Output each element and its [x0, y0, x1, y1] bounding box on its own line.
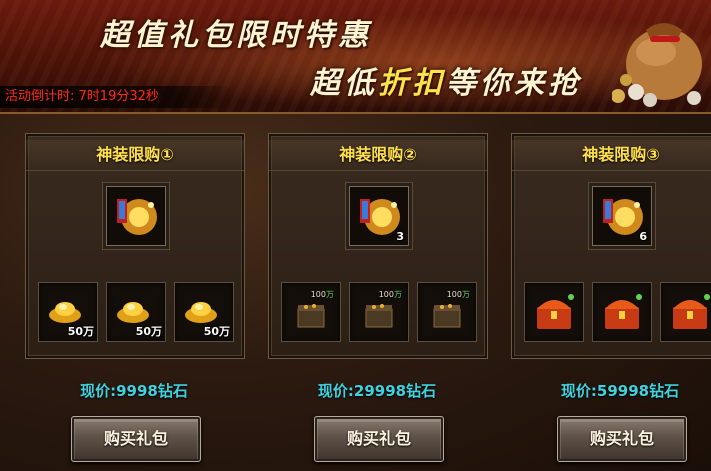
reward-slot[interactable]: 50万	[174, 282, 234, 342]
item-count: 3	[396, 230, 404, 243]
reward-slot[interactable]: 100万	[349, 282, 409, 342]
price-label: 现价:	[317, 382, 354, 400]
main-item-slot[interactable]: 3	[349, 186, 409, 246]
main-item-slot[interactable]	[106, 186, 166, 246]
treasure-chest-icon	[673, 294, 710, 329]
price-value: 9998钻石	[116, 382, 188, 400]
banner-title-line2: 超低折扣等你来抢	[310, 58, 582, 102]
pack-title: 神装限购①	[26, 140, 244, 171]
buy-pack-button-3[interactable]: 购买礼包	[557, 416, 687, 462]
reward-amount: 50万	[203, 325, 230, 338]
reward-tag: 100万	[379, 289, 402, 300]
reward-tag-number: 100	[310, 290, 326, 299]
reward-slot[interactable]	[524, 282, 584, 342]
divine-equipment-icon	[117, 199, 157, 235]
treasure-chest-icon	[537, 294, 574, 329]
reward-tag: 100万	[447, 289, 470, 300]
reward-slot[interactable]	[592, 282, 652, 342]
pack-price-2: 现价:29998钻石	[268, 380, 486, 401]
banner-title-line2-a: 超低	[310, 66, 378, 101]
pack-title: 神装限购③	[512, 140, 711, 171]
pack-price-1: 现价:9998钻石	[25, 380, 243, 401]
main-item-slot[interactable]: 6	[592, 186, 652, 246]
countdown-timer: 活动倒计时: 7时19分32秒	[0, 86, 235, 108]
reward-tag-unit: 万	[394, 290, 402, 299]
banner-title-line1: 超值礼包限时特惠	[100, 18, 372, 53]
money-bag-icon	[612, 23, 702, 107]
pack-price-3: 现价:59998钻石	[511, 380, 711, 401]
pack-card-1: 神装限购① 50万 50万 50万	[25, 133, 245, 359]
reward-amount: 50万	[135, 325, 162, 338]
reward-tag: 100万	[311, 289, 334, 300]
reward-tag-number: 100	[378, 290, 394, 299]
reward-slot[interactable]: 100万	[417, 282, 477, 342]
price-label: 现价:	[80, 382, 117, 400]
banner-title-line2-b: 折扣	[378, 66, 446, 101]
promo-banner: 超值礼包限时特惠 超低折扣等你来抢 活动倒计时: 7时19分32秒	[0, 0, 711, 114]
price-value: 29998钻石	[353, 382, 437, 400]
reward-amount: 50万	[67, 325, 94, 338]
item-count: 6	[639, 230, 647, 243]
buy-pack-button-2[interactable]: 购买礼包	[314, 416, 444, 462]
buy-pack-button-1[interactable]: 购买礼包	[71, 416, 201, 462]
reward-slot[interactable]: 50万	[106, 282, 166, 342]
price-value: 59998钻石	[596, 382, 680, 400]
pack-title: 神装限购②	[269, 140, 487, 171]
reward-tag-number: 100	[446, 290, 462, 299]
price-label: 现价:	[560, 382, 597, 400]
treasure-chest-icon	[605, 294, 642, 329]
reward-slot[interactable]: 50万	[38, 282, 98, 342]
reward-tag-unit: 万	[326, 290, 334, 299]
countdown-label: 活动倒计时:	[5, 89, 75, 104]
reward-tag-unit: 万	[462, 290, 470, 299]
banner-title-line2-c: 等你来抢	[446, 66, 582, 101]
pack-card-2: 神装限购② 3 100万 100万 100万	[268, 133, 488, 359]
pack-card-3: 神装限购③ 6	[511, 133, 711, 359]
countdown-value: 7时19分32秒	[78, 89, 159, 104]
reward-slot[interactable]	[660, 282, 711, 342]
reward-slot[interactable]: 100万	[281, 282, 341, 342]
